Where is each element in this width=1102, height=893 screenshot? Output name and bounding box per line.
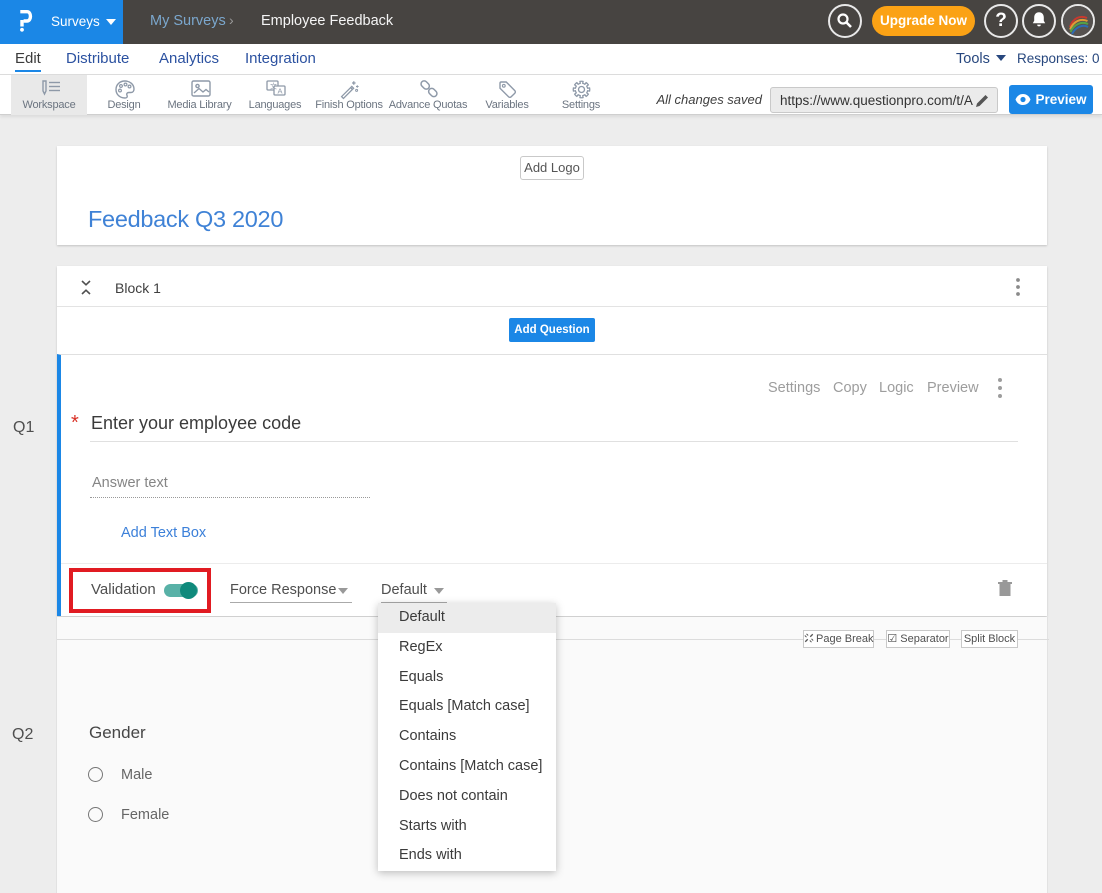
svg-text:A: A: [278, 87, 283, 96]
svg-text:文: 文: [270, 82, 277, 91]
